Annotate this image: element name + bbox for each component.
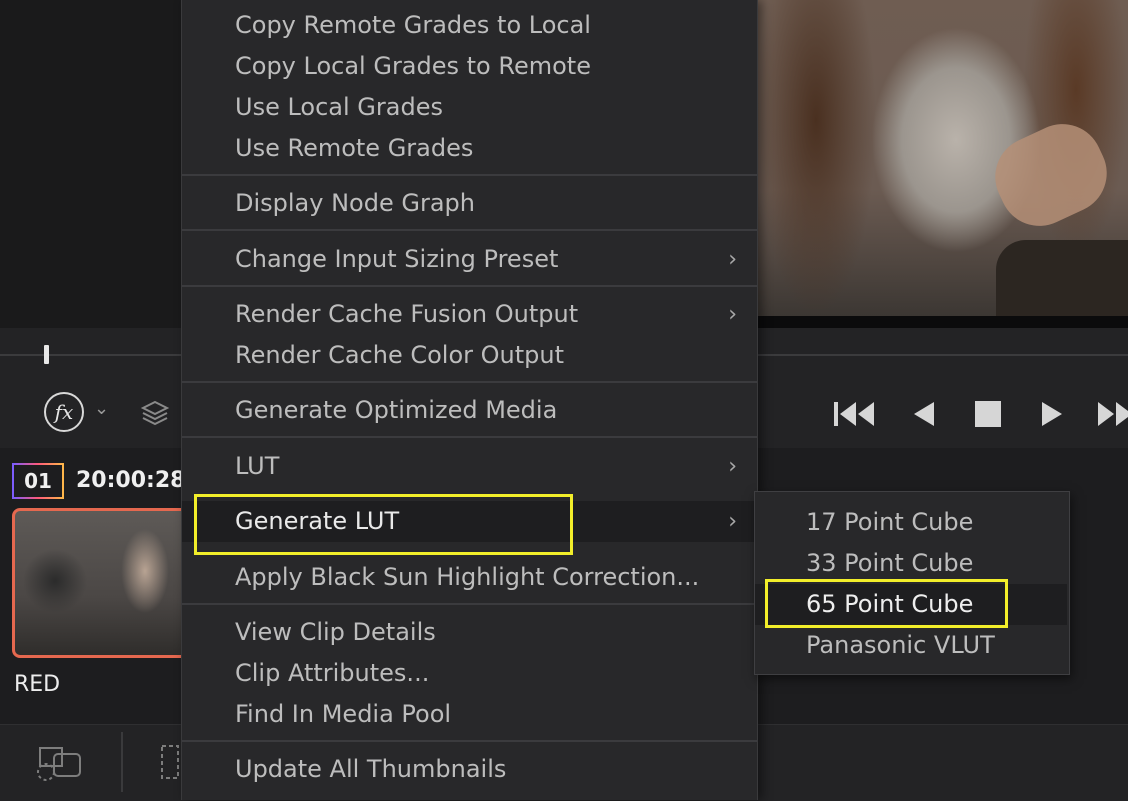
chevron-right-icon: › xyxy=(728,302,737,327)
menu-item-label: Render Cache Fusion Output xyxy=(235,300,579,328)
clip-mode-icon[interactable] xyxy=(32,742,90,782)
menu-separator xyxy=(182,436,757,438)
menu-item-label: View Clip Details xyxy=(235,618,436,646)
clip-timecode: 20:00:28 xyxy=(76,468,186,493)
submenu-item-label: 17 Point Cube xyxy=(806,508,974,536)
submenu-item-33-point-cube[interactable]: 33 Point Cube xyxy=(755,543,1067,584)
menu-item-render-cache-fusion-output[interactable]: Render Cache Fusion Output › xyxy=(182,294,757,335)
clip-context-menu: Copy Remote Grades to Local Copy Local G… xyxy=(181,0,758,800)
viewer-image-detail xyxy=(996,240,1128,316)
fx-label: fx xyxy=(54,400,74,424)
clip-codec-label: RED xyxy=(14,672,61,697)
layers-icon[interactable] xyxy=(140,398,170,428)
menu-item-label: Copy Remote Grades to Local xyxy=(235,11,591,39)
highlight-box-generate-lut xyxy=(194,494,573,555)
menu-item-use-local-grades[interactable]: Use Local Grades xyxy=(182,87,757,128)
clip-number: 01 xyxy=(24,469,52,493)
highlight-box-65-point-cube xyxy=(765,579,1008,628)
toolbar-divider xyxy=(121,732,123,792)
menu-separator xyxy=(182,740,757,742)
chevron-down-icon[interactable]: ⌄ xyxy=(94,398,109,419)
menu-item-label: Display Node Graph xyxy=(235,189,475,217)
menu-item-render-cache-color-output[interactable]: Render Cache Color Output xyxy=(182,335,757,376)
menu-item-label: Update All Thumbnails xyxy=(235,755,507,783)
menu-item-find-in-media-pool[interactable]: Find In Media Pool xyxy=(182,694,757,735)
menu-item-generate-optimized-media[interactable]: Generate Optimized Media xyxy=(182,390,757,431)
menu-separator xyxy=(182,174,757,176)
menu-item-change-input-sizing-preset[interactable]: Change Input Sizing Preset › xyxy=(182,239,757,280)
reverse-play-icon[interactable] xyxy=(910,398,938,430)
menu-item-label: Render Cache Color Output xyxy=(235,341,564,369)
menu-item-display-node-graph[interactable]: Display Node Graph xyxy=(182,183,757,224)
clip-number-badge: 01 xyxy=(12,463,64,499)
menu-item-label: Apply Black Sun Highlight Correction... xyxy=(235,563,700,591)
submenu-item-label: Panasonic VLUT xyxy=(806,631,995,659)
menu-item-use-remote-grades[interactable]: Use Remote Grades xyxy=(182,128,757,169)
viewer-border xyxy=(756,316,1128,328)
menu-item-update-all-thumbnails[interactable]: Update All Thumbnails xyxy=(182,749,757,790)
menu-item-label: Generate Optimized Media xyxy=(235,396,558,424)
menu-separator xyxy=(182,229,757,231)
chevron-right-icon: › xyxy=(728,509,737,534)
menu-item-copy-remote-grades-to-local[interactable]: Copy Remote Grades to Local xyxy=(182,5,757,46)
menu-separator xyxy=(182,381,757,383)
menu-item-label: Find In Media Pool xyxy=(235,700,452,728)
menu-item-label: Use Remote Grades xyxy=(235,134,474,162)
viewer-image-detail xyxy=(982,110,1120,240)
menu-item-clip-attributes[interactable]: Clip Attributes... xyxy=(182,653,757,694)
menu-item-label: LUT xyxy=(235,452,280,480)
fx-icon[interactable]: fx xyxy=(44,392,84,432)
playhead-handle[interactable] xyxy=(44,345,49,364)
stop-icon[interactable] xyxy=(972,398,1004,430)
submenu-item-panasonic-vlut[interactable]: Panasonic VLUT xyxy=(755,625,1067,666)
play-icon[interactable] xyxy=(1038,398,1066,430)
menu-item-label: Change Input Sizing Preset xyxy=(235,245,559,273)
chevron-right-icon: › xyxy=(728,247,737,272)
menu-item-lut[interactable]: LUT › xyxy=(182,446,757,487)
submenu-item-label: 33 Point Cube xyxy=(806,549,974,577)
submenu-item-17-point-cube[interactable]: 17 Point Cube xyxy=(755,502,1067,543)
menu-item-copy-local-grades-to-remote[interactable]: Copy Local Grades to Remote xyxy=(182,46,757,87)
jump-to-end-icon[interactable] xyxy=(1096,398,1128,430)
menu-separator xyxy=(182,285,757,287)
menu-item-label: Copy Local Grades to Remote xyxy=(235,52,591,80)
chevron-right-icon: › xyxy=(728,454,737,479)
jump-to-start-icon[interactable] xyxy=(832,398,878,430)
menu-separator xyxy=(182,603,757,605)
menu-item-view-clip-details[interactable]: View Clip Details xyxy=(182,612,757,653)
clip-thumbnail[interactable] xyxy=(12,508,192,658)
menu-item-apply-black-sun-highlight-correction[interactable]: Apply Black Sun Highlight Correction... xyxy=(182,557,757,598)
menu-item-label: Use Local Grades xyxy=(235,93,443,121)
viewer-frame-image xyxy=(756,0,1128,316)
menu-item-label: Clip Attributes... xyxy=(235,659,430,687)
